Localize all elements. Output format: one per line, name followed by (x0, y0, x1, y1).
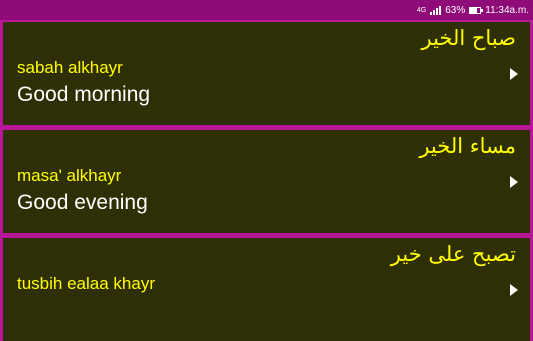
battery-icon (469, 6, 484, 14)
transliteration-text: sabah alkhayr (17, 58, 123, 77)
battery-percent: 63% (445, 4, 466, 16)
network-type: 4G (416, 6, 427, 14)
play-icon[interactable] (510, 176, 518, 188)
clock: 11:34a.m. (485, 4, 529, 16)
transliteration-text: tusbih ealaa khayr (17, 274, 155, 293)
arabic-text: تصبح على خير (390, 242, 516, 266)
signal-icon (430, 5, 442, 15)
phrase-card[interactable]: تصبح على خير tusbih ealaa khayr (3, 238, 530, 341)
english-text: Good morning (17, 83, 151, 106)
arabic-text: مساء الخير (419, 134, 516, 158)
status-bar: 4G 63% 11:34a.m. (0, 0, 533, 20)
play-icon[interactable] (510, 68, 518, 80)
phrase-card[interactable]: صباح الخير sabah alkhayr Good morning (3, 22, 530, 125)
play-icon[interactable] (510, 284, 518, 296)
phrase-card[interactable]: مساء الخير masa' alkhayr Good evening (3, 130, 530, 233)
transliteration-text: masa' alkhayr (17, 166, 122, 185)
english-text: Good evening (17, 191, 148, 214)
arabic-text: صباح الخير (421, 26, 516, 50)
